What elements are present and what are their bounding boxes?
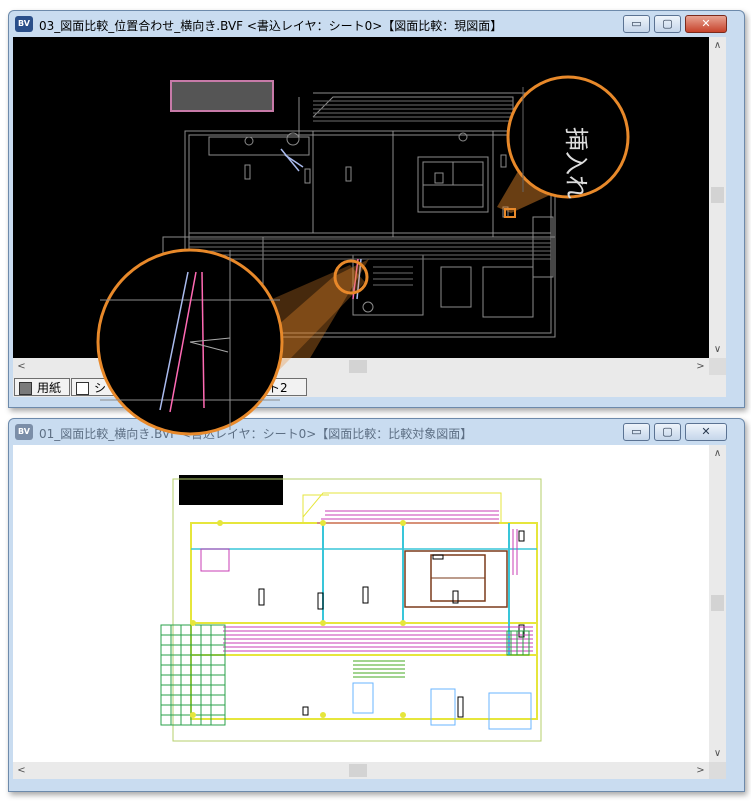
magnifier-callout-bottom xyxy=(240,259,369,358)
sheet-filled-icon xyxy=(19,382,32,395)
scroll-thumb[interactable] xyxy=(349,360,367,373)
scroll-down-arrow[interactable]: ∨ xyxy=(709,745,726,762)
minimize-button[interactable]: ▭ xyxy=(623,423,650,441)
app-icon: BV xyxy=(15,424,33,440)
tab-paper[interactable]: 用紙 xyxy=(14,378,70,396)
horizontal-scrollbar[interactable]: < > xyxy=(13,358,709,375)
tile-grid-green xyxy=(160,624,530,726)
floor-plan-color xyxy=(172,478,542,742)
close-icon: ✕ xyxy=(701,17,711,30)
horizontal-scrollbar[interactable]: < > xyxy=(13,762,709,779)
minimize-icon: ▭ xyxy=(631,17,642,30)
tab-sheet-2[interactable]: ト2 xyxy=(257,378,307,396)
title-bar[interactable]: BV 01_図面比較_横向き.BVF <書込レイヤ：シート0>【図面比較：比較対… xyxy=(9,419,744,445)
vertical-scrollbar[interactable]: ∧ ∨ xyxy=(709,445,726,762)
scroll-right-arrow[interactable]: > xyxy=(692,358,709,375)
hatching-gray xyxy=(189,100,551,286)
window-title: 01_図面比較_横向き.BVF <書込レイヤ：シート0>【図面比較：比較対象図面… xyxy=(39,427,473,441)
tab-label: 用紙 xyxy=(37,381,62,395)
sheet-empty-icon xyxy=(76,382,89,395)
scroll-down-arrow[interactable]: ∨ xyxy=(709,341,726,358)
window-title: 03_図面比較_位置合わせ_横向き.BVF <書込レイヤ：シート0>【図面比較：… xyxy=(39,19,503,33)
scroll-thumb[interactable] xyxy=(349,764,367,777)
comparison-drawing-window[interactable]: BV 01_図面比較_横向き.BVF <書込レイヤ：シート0>【図面比較：比較対… xyxy=(8,418,745,792)
floor-plan-gray xyxy=(162,80,556,338)
maximize-icon: ▢ xyxy=(662,17,673,30)
minimize-button[interactable]: ▭ xyxy=(623,15,650,33)
minimize-icon: ▭ xyxy=(631,425,642,438)
tab-label: シ xyxy=(94,381,107,395)
close-icon: ✕ xyxy=(701,425,711,438)
scroll-thumb[interactable] xyxy=(711,187,724,203)
close-button[interactable]: ✕ xyxy=(685,15,727,33)
tab-label: ト2 xyxy=(268,381,288,395)
current-drawing-window[interactable]: BV 03_図面比較_位置合わせ_横向き.BVF <書込レイヤ：シート0>【図面… xyxy=(8,10,745,408)
close-button[interactable]: ✕ xyxy=(685,423,727,441)
maximize-icon: ▢ xyxy=(662,425,673,438)
drawing-canvas-current[interactable]: 挿入れ xyxy=(13,37,713,358)
app-icon: BV xyxy=(15,16,33,32)
scroll-corner xyxy=(709,358,726,375)
drawing-canvas-comparison[interactable] xyxy=(13,445,713,762)
scroll-left-arrow[interactable]: < xyxy=(13,762,30,779)
maximize-button[interactable]: ▢ xyxy=(654,15,681,33)
scroll-left-arrow[interactable]: < xyxy=(13,358,30,375)
hatching-magenta xyxy=(223,510,533,652)
scroll-up-arrow[interactable]: ∧ xyxy=(709,37,726,54)
scroll-up-arrow[interactable]: ∧ xyxy=(709,445,726,462)
sheet-tab-bar: 用紙 シ ト2 xyxy=(13,375,726,397)
maximize-button[interactable]: ▢ xyxy=(654,423,681,441)
scroll-corner xyxy=(709,762,726,779)
tab-sheet[interactable]: シ xyxy=(71,378,127,396)
magnifier-callout-top: 挿入れ xyxy=(497,75,630,218)
scroll-right-arrow[interactable]: > xyxy=(692,762,709,779)
title-bar[interactable]: BV 03_図面比較_位置合わせ_横向き.BVF <書込レイヤ：シート0>【図面… xyxy=(9,11,744,37)
scroll-thumb[interactable] xyxy=(711,595,724,611)
vertical-scrollbar[interactable]: ∧ ∨ xyxy=(709,37,726,358)
magnifier-annotation-text: 挿入れ xyxy=(562,127,590,199)
stairs-green xyxy=(353,660,405,678)
